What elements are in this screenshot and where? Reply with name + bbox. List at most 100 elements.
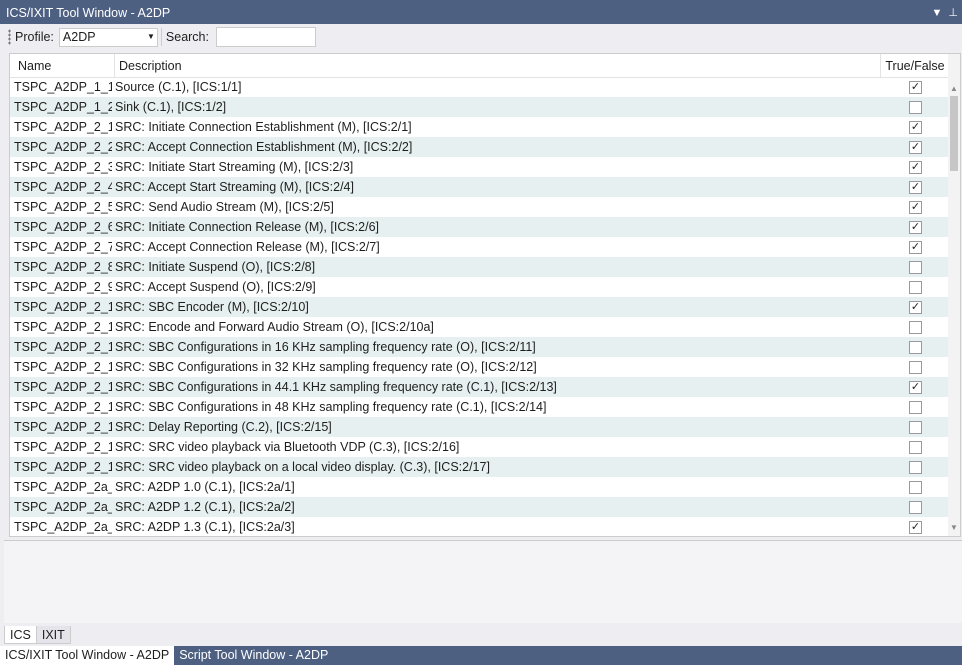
cell-description: SRC: Accept Connection Establishment (M)…: [115, 140, 413, 154]
true-false-checkbox[interactable]: ✓: [909, 381, 922, 394]
cell-name: TSPC_A2DP_2_1: [14, 120, 112, 134]
true-false-checkbox[interactable]: [909, 441, 922, 454]
scroll-down-icon[interactable]: ▼: [948, 523, 960, 532]
profile-value: A2DP: [62, 30, 96, 44]
table-row[interactable]: TSPC_A2DP_2_16 SRC: SRC video playback vi…: [10, 437, 949, 457]
profile-dropdown[interactable]: A2DP ▼: [58, 27, 158, 47]
true-false-checkbox[interactable]: [909, 501, 922, 514]
table-row[interactable]: TSPC_A2DP_2_9 SRC: Accept Suspend (O), [I…: [10, 277, 949, 297]
column-header-true-false[interactable]: True/False: [880, 54, 949, 77]
cell-name: TSPC_A2DP_2_10: [14, 300, 112, 314]
cell-description: SRC: SRC video playback via Bluetooth VD…: [115, 440, 460, 454]
tab-ics-ixit-tool-window[interactable]: ICS/IXIT Tool Window - A2DP: [0, 646, 175, 665]
toolbar: Profile: A2DP ▼ Search:: [0, 24, 962, 50]
true-false-checkbox[interactable]: ✓: [909, 201, 922, 214]
table-row[interactable]: TSPC_A2DP_2a_1 SRC: A2DP 1.0 (C.1), [ICS:…: [10, 477, 949, 497]
cell-name: TSPC_A2DP_2_7: [14, 240, 112, 254]
cell-name: TSPC_A2DP_2_2: [14, 140, 112, 154]
table-row[interactable]: TSPC_A2DP_2a_3 SRC: A2DP 1.3 (C.1), [ICS:…: [10, 517, 949, 536]
grid-header: Name Description True/False: [10, 54, 949, 78]
true-false-checkbox[interactable]: [909, 481, 922, 494]
table-row[interactable]: TSPC_A2DP_1_2 Sink (C.1), [ICS:1/2]: [10, 97, 949, 117]
cell-description: SRC: A2DP 1.2 (C.1), [ICS:2a/2]: [115, 500, 295, 514]
column-header-name[interactable]: Name: [10, 54, 114, 77]
true-false-checkbox[interactable]: [909, 421, 922, 434]
table-row[interactable]: TSPC_A2DP_2_8 SRC: Initiate Suspend (O), …: [10, 257, 949, 277]
table-row[interactable]: TSPC_A2DP_2_10aSRC: Encode and Forward A…: [10, 317, 949, 337]
true-false-checkbox[interactable]: [909, 281, 922, 294]
true-false-checkbox[interactable]: [909, 321, 922, 334]
table-row[interactable]: TSPC_A2DP_2_1 SRC: Initiate Connection Es…: [10, 117, 949, 137]
true-false-checkbox[interactable]: ✓: [909, 301, 922, 314]
toolbar-grip[interactable]: [8, 29, 11, 45]
cell-name: TSPC_A2DP_2_16: [14, 440, 112, 454]
window-title: ICS/IXIT Tool Window - A2DP: [6, 6, 171, 20]
column-header-description[interactable]: Description: [114, 54, 880, 77]
true-false-checkbox[interactable]: ✓: [909, 141, 922, 154]
true-false-checkbox[interactable]: ✓: [909, 521, 922, 534]
cell-name: TSPC_A2DP_2_8: [14, 260, 112, 274]
scrollbar-thumb[interactable]: [950, 96, 958, 171]
table-row[interactable]: TSPC_A2DP_2_6 SRC: Initiate Connection Re…: [10, 217, 949, 237]
true-false-checkbox[interactable]: [909, 101, 922, 114]
table-row[interactable]: TSPC_A2DP_2_11 SRC: SBC Configurations in…: [10, 337, 949, 357]
cell-name: TSPC_A2DP_2_3: [14, 160, 112, 174]
cell-description: SRC: Encode and Forward Audio Stream (O)…: [115, 320, 434, 334]
table-row[interactable]: TSPC_A2DP_2_4 SRC: Accept Start Streaming…: [10, 177, 949, 197]
table-row[interactable]: TSPC_A2DP_2_13 SRC: SBC Configurations in…: [10, 377, 949, 397]
true-false-checkbox[interactable]: ✓: [909, 221, 922, 234]
cell-name: TSPC_A2DP_2_11: [14, 340, 112, 354]
true-false-checkbox[interactable]: [909, 341, 922, 354]
cell-name: TSPC_A2DP_2_14: [14, 400, 112, 414]
table-row[interactable]: TSPC_A2DP_2_3 SRC: Initiate Start Streami…: [10, 157, 949, 177]
cell-description: SRC: A2DP 1.0 (C.1), [ICS:2a/1]: [115, 480, 295, 494]
table-row[interactable]: TSPC_A2DP_2_2 SRC: Accept Connection Esta…: [10, 137, 949, 157]
cell-name: TSPC_A2DP_2_10a: [14, 320, 112, 334]
true-false-checkbox[interactable]: [909, 361, 922, 374]
cell-description: SRC: SBC Configurations in 16 KHz sampli…: [115, 340, 536, 354]
cell-description: SRC: A2DP 1.3 (C.1), [ICS:2a/3]: [115, 520, 295, 534]
true-false-checkbox[interactable]: ✓: [909, 161, 922, 174]
tab-script-tool-window[interactable]: Script Tool Window - A2DP: [174, 646, 333, 665]
table-row[interactable]: TSPC_A2DP_2_12 SRC: SBC Configurations in…: [10, 357, 949, 377]
detail-panel: [4, 540, 962, 623]
cell-description: SRC: Send Audio Stream (M), [ICS:2/5]: [115, 200, 334, 214]
cell-description: SRC: SBC Configurations in 48 KHz sampli…: [115, 400, 547, 414]
true-false-checkbox[interactable]: [909, 401, 922, 414]
cell-description: SRC: Delay Reporting (C.2), [ICS:2/15]: [115, 420, 332, 434]
cell-name: TSPC_A2DP_2a_3: [14, 520, 112, 534]
table-row[interactable]: TSPC_A2DP_1_1 Source (C.1), [ICS:1/1] ✓: [10, 77, 949, 97]
cell-name: TSPC_A2DP_2_4: [14, 180, 112, 194]
dropdown-arrow-icon[interactable]: ▼: [147, 32, 155, 41]
cell-description: Source (C.1), [ICS:1/1]: [115, 80, 242, 94]
pin-icon[interactable]: ⊥: [948, 0, 958, 27]
scroll-up-icon[interactable]: ▲: [948, 84, 960, 93]
tab-ics[interactable]: ICS: [4, 626, 37, 644]
table-row[interactable]: TSPC_A2DP_2_15 SRC: Delay Reporting (C.2)…: [10, 417, 949, 437]
search-input[interactable]: [216, 27, 316, 47]
tab-ixit[interactable]: IXIT: [36, 626, 71, 644]
chevron-down-icon[interactable]: ▼: [932, 0, 943, 27]
table-row[interactable]: TSPC_A2DP_2a_2 SRC: A2DP 1.2 (C.1), [ICS:…: [10, 497, 949, 517]
document-tabs: ICS/IXIT Tool Window - A2DP Script Tool …: [0, 646, 962, 665]
cell-name: TSPC_A2DP_2_17: [14, 460, 112, 474]
cell-description: SRC: Initiate Start Streaming (M), [ICS:…: [115, 160, 354, 174]
true-false-checkbox[interactable]: ✓: [909, 121, 922, 134]
table-row[interactable]: TSPC_A2DP_2_17 SRC: SRC video playback on…: [10, 457, 949, 477]
table-row[interactable]: TSPC_A2DP_2_5 SRC: Send Audio Stream (M),…: [10, 197, 949, 217]
true-false-checkbox[interactable]: ✓: [909, 81, 922, 94]
true-false-checkbox[interactable]: ✓: [909, 181, 922, 194]
cell-name: TSPC_A2DP_1_1: [14, 80, 112, 94]
true-false-checkbox[interactable]: [909, 461, 922, 474]
true-false-checkbox[interactable]: ✓: [909, 241, 922, 254]
cell-description: SRC: Accept Connection Release (M), [ICS…: [115, 240, 380, 254]
table-row[interactable]: TSPC_A2DP_2_7 SRC: Accept Connection Rele…: [10, 237, 949, 257]
cell-name: TSPC_A2DP_2_15: [14, 420, 112, 434]
vertical-scrollbar[interactable]: ▲ ▼: [948, 54, 960, 536]
true-false-checkbox[interactable]: [909, 261, 922, 274]
table-row[interactable]: TSPC_A2DP_2_10 SRC: SBC Encoder (M), [ICS…: [10, 297, 949, 317]
cell-description: SRC: Accept Suspend (O), [ICS:2/9]: [115, 280, 316, 294]
cell-name: TSPC_A2DP_2_13: [14, 380, 112, 394]
panel-tabs: ICS IXIT: [4, 626, 71, 644]
table-row[interactable]: TSPC_A2DP_2_14 SRC: SBC Configurations in…: [10, 397, 949, 417]
